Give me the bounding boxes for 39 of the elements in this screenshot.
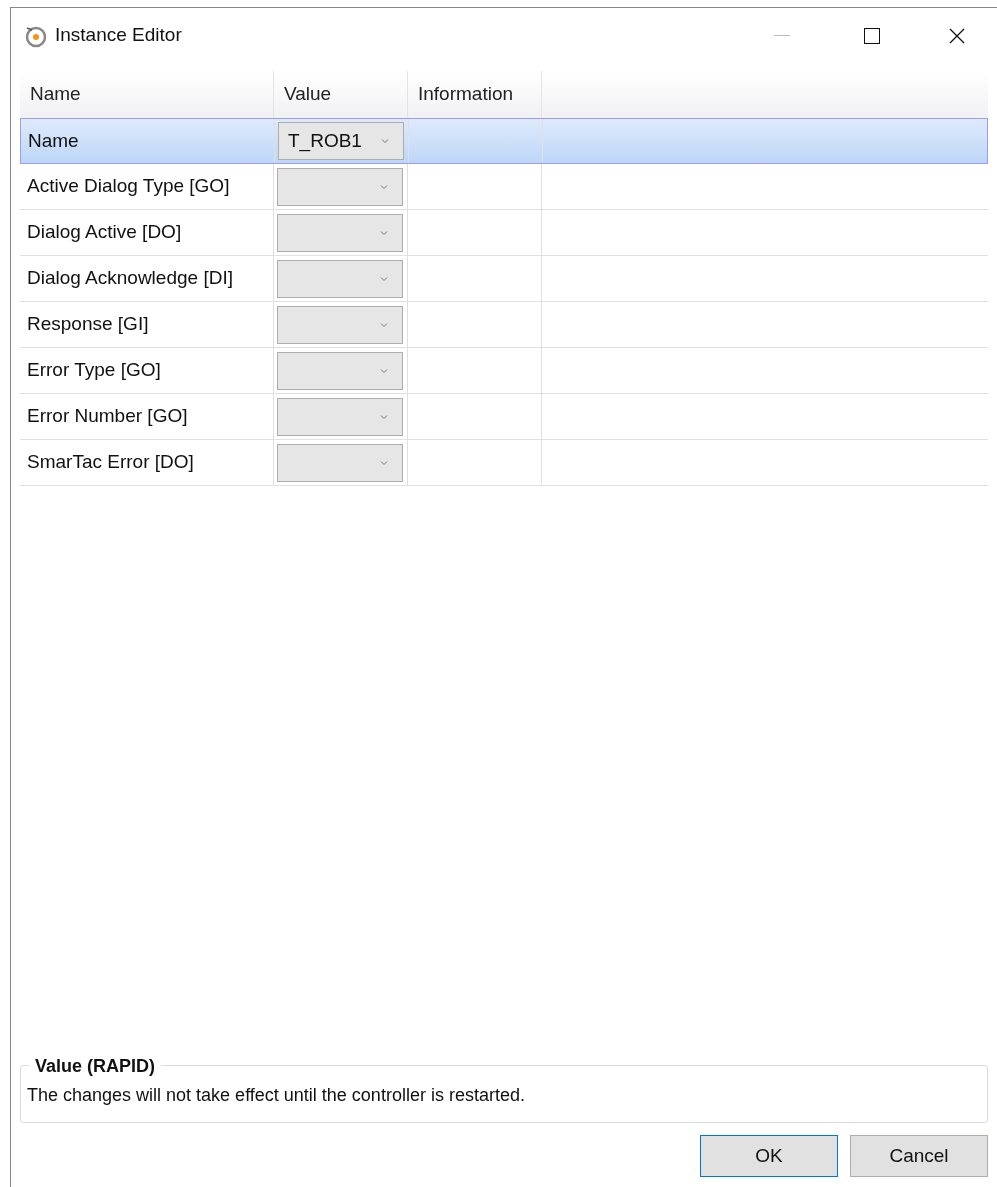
table-cell-text: Response [GI] bbox=[27, 312, 149, 336]
table-row[interactable]: Active Dialog Type [GO] bbox=[20, 164, 988, 210]
table-cell-text: Dialog Active [DO] bbox=[27, 220, 182, 244]
value-dropdown[interactable] bbox=[277, 351, 403, 390]
chevron-icon bbox=[380, 413, 388, 420]
maximize-icon bbox=[864, 27, 880, 44]
minimize-icon bbox=[774, 34, 790, 37]
table-cell-text: Name bbox=[28, 129, 79, 153]
table-cell-text: Error Number [GO] bbox=[27, 404, 188, 428]
value-dropdown[interactable]: T_ROB1 bbox=[278, 122, 404, 160]
table-cell-text: Dialog Acknowledge [DI] bbox=[27, 266, 233, 290]
window-title: Instance Editor bbox=[55, 23, 182, 48]
value-dropdown[interactable] bbox=[277, 213, 403, 252]
table-cell-text: Error Type [GO] bbox=[27, 358, 161, 382]
value-dropdown[interactable] bbox=[277, 167, 403, 206]
chevron-icon bbox=[380, 229, 388, 236]
chevron-icon bbox=[380, 275, 388, 282]
dialog-button[interactable]: OK bbox=[700, 1135, 838, 1177]
chevron-icon bbox=[380, 183, 388, 190]
table-row[interactable]: Response [GI] bbox=[20, 302, 988, 348]
table-row[interactable]: Dialog Active [DO] bbox=[20, 210, 988, 256]
value-dropdown[interactable] bbox=[277, 397, 403, 436]
chevron-icon bbox=[380, 321, 388, 328]
value-dropdown[interactable] bbox=[277, 305, 403, 344]
table-row[interactable]: Name T_ROB1 bbox=[20, 118, 988, 164]
table-row[interactable]: Dialog Acknowledge [DI] bbox=[20, 256, 988, 302]
table-row[interactable]: SmarTac Error [DO] bbox=[20, 440, 988, 486]
table-row[interactable]: Error Type [GO] bbox=[20, 348, 988, 394]
table-cell-text: Active Dialog Type [GO] bbox=[27, 174, 230, 198]
close-icon bbox=[949, 27, 965, 44]
dialog-button[interactable]: Cancel bbox=[850, 1135, 988, 1177]
value-dropdown[interactable] bbox=[277, 259, 403, 298]
value-dropdown[interactable] bbox=[277, 443, 403, 482]
chevron-icon bbox=[381, 138, 389, 144]
info-text: The changes will not take effect until the controller is restarted. bbox=[27, 1084, 526, 1107]
chevron-icon bbox=[380, 367, 388, 374]
table-row[interactable]: Error Number [GO] bbox=[20, 394, 988, 440]
table-cell-text: SmarTac Error [DO] bbox=[27, 450, 194, 474]
chevron-icon bbox=[380, 459, 388, 466]
